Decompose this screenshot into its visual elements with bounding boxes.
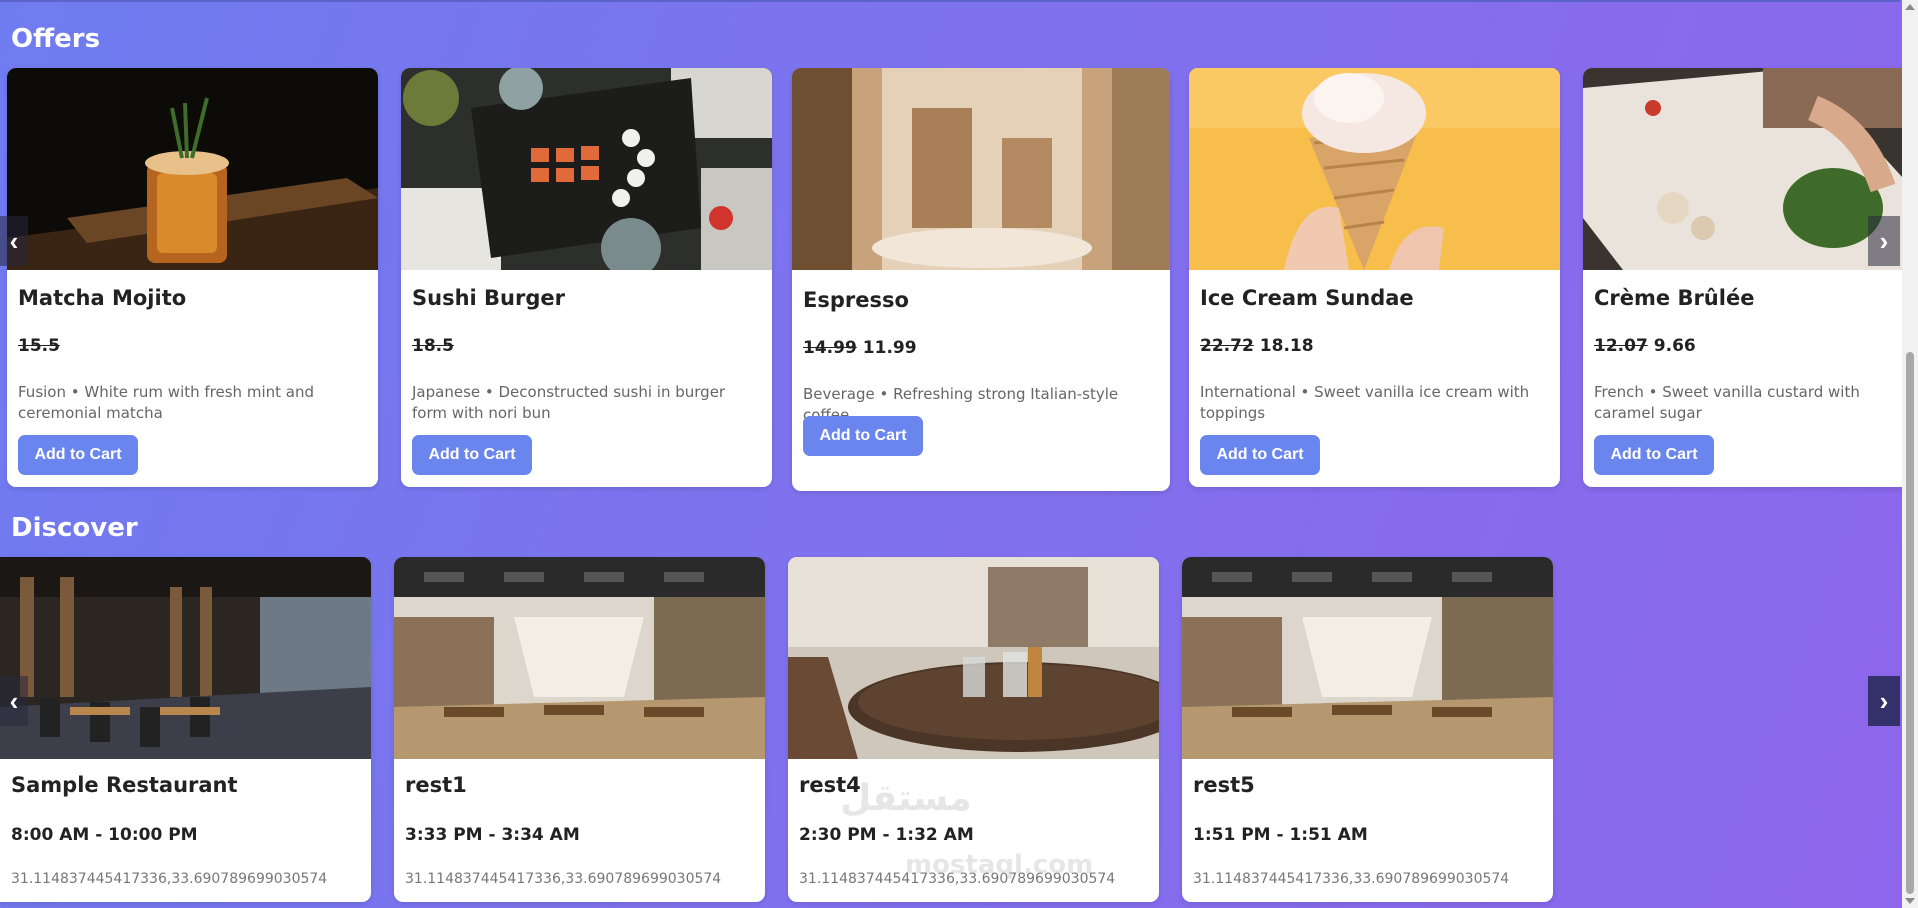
offer-price: 18.5 <box>412 336 460 356</box>
offer-image <box>401 68 772 270</box>
offer-image <box>1189 68 1560 270</box>
scroll-down-arrow-icon[interactable] <box>1905 898 1915 904</box>
restaurant-card[interactable]: Sample Restaurant 8:00 AM - 10:00 PM 31.… <box>0 557 371 902</box>
offer-image <box>792 68 1170 270</box>
watermark-arabic: مستقل <box>840 778 972 819</box>
old-price: 14.99 <box>803 338 857 358</box>
offer-price: 12.07 9.66 <box>1594 336 1696 356</box>
add-to-cart-button[interactable]: Add to Cart <box>412 435 532 475</box>
restaurant-hours: 1:51 PM - 1:51 AM <box>1193 825 1368 845</box>
top-border <box>0 0 1900 2</box>
restaurant-hours: 2:30 PM - 1:32 AM <box>799 825 974 845</box>
restaurant-image <box>394 557 765 759</box>
restaurant-coords: 31.114837445417336,33.690789699030574 <box>1193 871 1510 887</box>
restaurant-card[interactable]: rest5 1:51 PM - 1:51 AM 31.1148374454173… <box>1182 557 1553 902</box>
offer-card: Espresso 14.99 11.99 Beverage • Refreshin… <box>792 68 1170 491</box>
add-to-cart-button[interactable]: Add to Cart <box>1200 435 1320 475</box>
offer-name: Matcha Mojito <box>18 286 187 310</box>
restaurant-image <box>0 557 371 759</box>
offer-price: 15.5 <box>18 336 66 356</box>
offers-next-arrow[interactable]: › <box>1868 216 1900 266</box>
offer-card: Sushi Burger 18.5 Japanese • Deconstruct… <box>401 68 772 487</box>
offer-card: Matcha Mojito 15.5 Fusion • White rum wi… <box>7 68 378 487</box>
restaurant-card[interactable]: rest1 3:33 PM - 3:34 AM 31.1148374454173… <box>394 557 765 902</box>
offer-image <box>1583 68 1903 270</box>
scroll-up-arrow-icon[interactable] <box>1905 4 1915 10</box>
add-to-cart-button[interactable]: Add to Cart <box>18 435 138 475</box>
scrollbar-thumb[interactable] <box>1906 352 1914 894</box>
offer-description: Japanese • Deconstructed sushi in burger… <box>412 383 726 422</box>
offer-price: 14.99 11.99 <box>803 338 917 358</box>
new-price: 11.99 <box>862 338 917 358</box>
discover-heading: Discover <box>11 513 138 543</box>
offers-prev-arrow[interactable]: ‹ <box>0 216 28 266</box>
old-price: 15.5 <box>18 336 60 356</box>
discover-next-arrow[interactable]: › <box>1868 676 1900 726</box>
restaurant-coords: 31.114837445417336,33.690789699030574 <box>11 871 328 887</box>
restaurant-hours: 3:33 PM - 3:34 AM <box>405 825 580 845</box>
old-price: 18.5 <box>412 336 454 356</box>
add-to-cart-button[interactable]: Add to Cart <box>803 416 923 456</box>
offer-description: International • Sweet vanilla ice cream … <box>1200 383 1530 422</box>
add-to-cart-button[interactable]: Add to Cart <box>1594 435 1714 475</box>
restaurant-name: Sample Restaurant <box>11 773 238 797</box>
offer-name: Sushi Burger <box>412 286 565 310</box>
offer-name: Espresso <box>803 288 909 312</box>
restaurant-image <box>788 557 1159 759</box>
offer-name: Ice Cream Sundae <box>1200 286 1414 310</box>
restaurant-name: rest5 <box>1193 773 1255 797</box>
new-price: 18.18 <box>1259 336 1314 356</box>
old-price: 22.72 <box>1200 336 1254 356</box>
discover-prev-arrow[interactable]: ‹ <box>0 676 28 726</box>
offer-card: Ice Cream Sundae 22.72 18.18 Internationa… <box>1189 68 1560 487</box>
offer-image <box>7 68 378 270</box>
new-price: 9.66 <box>1653 336 1696 356</box>
old-price: 12.07 <box>1594 336 1648 356</box>
restaurant-name: rest1 <box>405 773 467 797</box>
offer-card: Crème Brûlée 12.07 9.66 French • Sweet va… <box>1583 68 1903 487</box>
offers-heading: Offers <box>11 24 101 54</box>
offer-description: French • Sweet vanilla custard with cara… <box>1594 383 1860 422</box>
offer-description: Fusion • White rum with fresh mint and c… <box>18 383 314 422</box>
offer-price: 22.72 18.18 <box>1200 336 1314 356</box>
watermark-latin: mostaql.com <box>905 850 1094 880</box>
restaurant-image <box>1182 557 1553 759</box>
restaurant-coords: 31.114837445417336,33.690789699030574 <box>405 871 722 887</box>
restaurant-hours: 8:00 AM - 10:00 PM <box>11 825 198 845</box>
offer-name: Crème Brûlée <box>1594 286 1755 310</box>
page-scrollbar[interactable] <box>1902 0 1918 908</box>
